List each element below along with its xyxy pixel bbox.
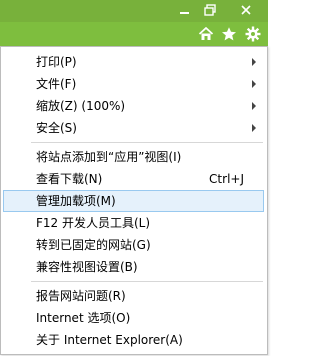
submenu-arrow-icon xyxy=(252,124,256,132)
favorites-star-icon xyxy=(222,27,236,41)
menu-item-f12-dev-tools[interactable]: F12 开发人员工具(L) xyxy=(3,212,264,234)
favorites-button[interactable] xyxy=(219,24,239,44)
window-titlebar xyxy=(0,0,268,22)
menu-item-report-site-problems[interactable]: 报告网站问题(R) xyxy=(3,285,264,307)
menu-separator xyxy=(31,142,263,143)
menu-item-label: 将站点添加到“应用”视图(I) xyxy=(36,150,182,164)
menu-item-internet-options[interactable]: Internet 选项(O) xyxy=(3,307,264,329)
menu-item-label: 文件(F) xyxy=(36,77,77,91)
minimize-button[interactable] xyxy=(172,0,196,20)
restore-icon xyxy=(204,4,216,16)
menu-item-label: 转到已固定的网站(G) xyxy=(36,238,151,252)
menu-item-safety[interactable]: 安全(S) xyxy=(3,117,264,139)
menu-item-zoom[interactable]: 缩放(Z) (100%) xyxy=(3,95,264,117)
menu-separator xyxy=(31,281,263,282)
home-icon xyxy=(198,27,214,40)
menu-item-pinned-sites[interactable]: 转到已固定的网站(G) xyxy=(3,234,264,256)
menu-item-label: 兼容性视图设置(B) xyxy=(36,260,138,274)
menu-item-label: 缩放(Z) (100%) xyxy=(36,99,126,113)
menu-item-print[interactable]: 打印(P) xyxy=(3,51,264,73)
submenu-arrow-icon xyxy=(252,80,256,88)
menu-item-label: 打印(P) xyxy=(36,55,77,69)
menu-item-about-ie[interactable]: 关于 Internet Explorer(A) xyxy=(3,329,264,351)
menu-item-label: 安全(S) xyxy=(36,121,77,135)
tools-gear-icon xyxy=(245,26,261,42)
menu-item-label: 关于 Internet Explorer(A) xyxy=(36,333,183,347)
tools-button[interactable] xyxy=(243,24,263,44)
menu-item-label: 查看下载(N) xyxy=(36,172,103,186)
menu-item-file[interactable]: 文件(F) xyxy=(3,73,264,95)
menu-item-label: F12 开发人员工具(L) xyxy=(36,216,151,230)
submenu-arrow-icon xyxy=(252,102,256,110)
restore-button[interactable] xyxy=(197,0,223,20)
home-button[interactable] xyxy=(196,24,216,44)
menu-item-compat-view-settings[interactable]: 兼容性视图设置(B) xyxy=(3,256,264,278)
menu-item-shortcut: Ctrl+J xyxy=(209,172,244,186)
menu-item-label: 报告网站问题(R) xyxy=(36,289,126,303)
close-icon xyxy=(241,5,251,15)
menu-item-label: Internet 选项(O) xyxy=(36,311,131,325)
browser-toolbar xyxy=(0,22,268,48)
tools-menu: 打印(P) 文件(F) 缩放(Z) (100%) 安全(S) 将站点添加到“应用… xyxy=(0,46,268,355)
menu-item-manage-addons[interactable]: 管理加载项(M) xyxy=(3,190,264,212)
submenu-arrow-icon xyxy=(252,58,256,66)
menu-item-view-downloads[interactable]: 查看下载(N) Ctrl+J xyxy=(3,168,264,190)
minimize-icon xyxy=(179,12,189,14)
close-button[interactable] xyxy=(224,0,268,20)
menu-item-add-site-to-apps[interactable]: 将站点添加到“应用”视图(I) xyxy=(3,146,264,168)
menu-item-label: 管理加载项(M) xyxy=(36,194,116,208)
